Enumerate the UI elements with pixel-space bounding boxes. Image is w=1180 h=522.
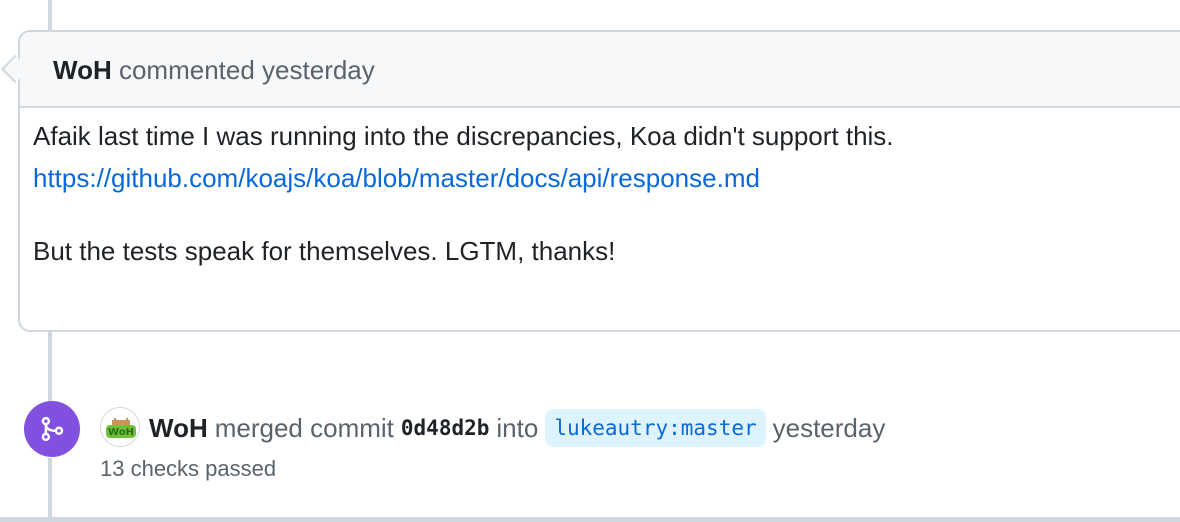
comment-author-link[interactable]: WoH [53,55,112,85]
section-divider [0,517,1180,522]
comment-timestamp-link[interactable]: yesterday [262,55,375,85]
merge-action: merged commit [214,413,394,443]
merge-author-link[interactable]: WoH [149,409,208,447]
merge-event-line: WoH merged commit 0d48d2b into lukeautry… [149,409,885,447]
comment-header: WoH commented yesterday [20,32,1180,108]
comment-action: commented [118,55,255,85]
checks-status[interactable]: 13 checks passed [100,455,276,483]
comment-body: Afaik last time I was running into the d… [33,115,894,272]
comment-link[interactable]: https://github.com/koajs/koa/blob/master… [33,157,894,199]
timeline-line [48,458,52,522]
branch-label[interactable]: lukeautry:master [545,409,766,447]
merge-timestamp-link[interactable]: yesterday [773,409,886,447]
commit-sha-link[interactable]: 0d48d2b [401,409,490,447]
git-merge-icon [24,401,80,457]
avatar[interactable]: WoH [100,407,140,447]
timeline-line [48,332,52,408]
timeline-line [48,0,52,30]
comment-text: But the tests speak for themselves. LGTM… [33,236,616,266]
avatar-text: WoH [108,427,134,438]
comment-meta: WoH commented yesterday [53,54,375,86]
merge-into-text: into [496,413,539,443]
comment-text: Afaik last time I was running into the d… [33,121,894,151]
